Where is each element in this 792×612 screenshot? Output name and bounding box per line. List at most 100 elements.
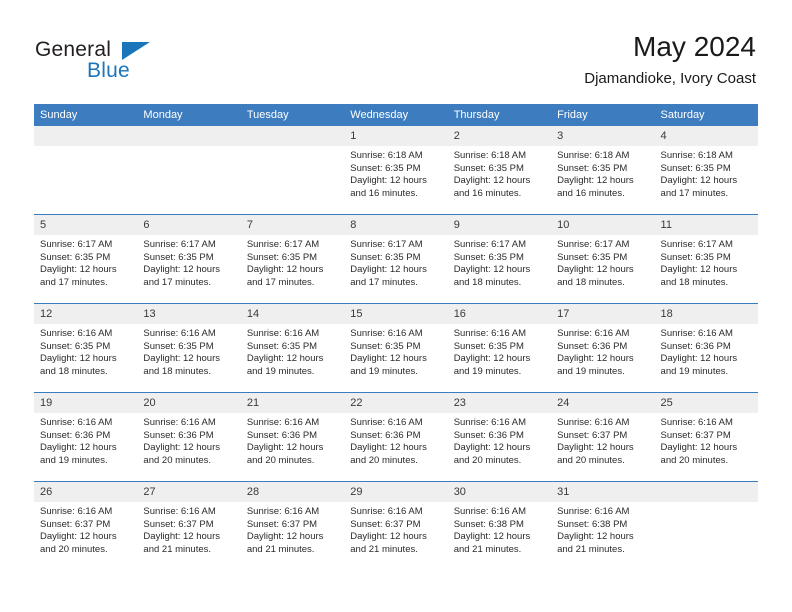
day-detail-line: Sunset: 6:37 PM [40, 518, 111, 530]
day-details: Sunrise: 6:16 AM Sunset: 6:36 PM Daylight:… [344, 413, 447, 467]
calendar-empty-cell [137, 126, 241, 215]
day-detail-line: and 21 minutes. [143, 543, 212, 555]
day-detail-line: Daylight: 12 hours [557, 264, 634, 276]
calendar-day-cell[interactable]: 26 Sunrise: 6:16 AM Sunset: 6:37 PM Dayligh… [34, 481, 138, 570]
day-detail-line: Daylight: 12 hours [143, 264, 220, 276]
calendar-day-cell[interactable]: 13 Sunrise: 6:16 AM Sunset: 6:35 PM Dayligh… [137, 303, 241, 393]
general-blue-logo[interactable]: General Blue [35, 38, 215, 86]
calendar-day-cell[interactable]: 29 Sunrise: 6:16 AM Sunset: 6:37 PM Dayligh… [344, 481, 448, 570]
day-detail-line: Sunset: 6:37 PM [143, 518, 214, 530]
calendar-header-row: Sunday Monday Tuesday Wednesday Thursday… [34, 104, 758, 126]
calendar-day-cell[interactable]: 20 Sunrise: 6:16 AM Sunset: 6:36 PM Dayligh… [137, 392, 241, 482]
day-detail-line: and 19 minutes. [453, 365, 522, 377]
calendar-day-cell[interactable]: 12 Sunrise: 6:16 AM Sunset: 6:35 PM Dayligh… [34, 303, 138, 393]
day-detail-line: Sunset: 6:35 PM [453, 251, 524, 263]
day-number: 31 [551, 482, 655, 502]
day-detail-line: Daylight: 12 hours [557, 175, 634, 187]
day-number: 26 [34, 482, 138, 502]
calendar-day-cell[interactable]: 4 Sunrise: 6:18 AM Sunset: 6:35 PM Daylight… [654, 126, 758, 215]
calendar-day-cell[interactable]: 19 Sunrise: 6:16 AM Sunset: 6:36 PM Dayligh… [34, 392, 138, 482]
calendar-day-cell[interactable]: 10 Sunrise: 6:17 AM Sunset: 6:35 PM Dayligh… [551, 214, 655, 304]
day-detail-line: and 20 minutes. [453, 454, 522, 466]
title-block: May 2024 Djamandioke, Ivory Coast [584, 30, 756, 89]
day-details: Sunrise: 6:16 AM Sunset: 6:36 PM Daylight:… [137, 413, 240, 467]
day-details: Sunrise: 6:16 AM Sunset: 6:37 PM Daylight:… [655, 413, 758, 467]
day-number [654, 482, 758, 502]
day-detail-line: Sunrise: 6:17 AM [557, 239, 630, 250]
day-detail-line: Sunset: 6:38 PM [453, 518, 524, 530]
day-detail-line: Sunrise: 6:16 AM [40, 506, 113, 517]
day-number: 6 [137, 215, 241, 235]
day-detail-line: Sunset: 6:37 PM [350, 518, 421, 530]
day-details: Sunrise: 6:18 AM Sunset: 6:35 PM Daylight:… [448, 146, 551, 200]
day-detail-line: Sunset: 6:38 PM [557, 518, 628, 530]
day-detail-line: and 19 minutes. [557, 365, 625, 377]
calendar-day-cell[interactable]: 14 Sunrise: 6:16 AM Sunset: 6:35 PM Dayligh… [240, 303, 345, 393]
calendar-day-cell[interactable]: 8 Sunrise: 6:17 AM Sunset: 6:35 PM Daylight… [344, 214, 448, 304]
day-detail-line: Daylight: 12 hours [350, 353, 427, 365]
calendar-day-cell[interactable]: 2 Sunrise: 6:18 AM Sunset: 6:35 PM Daylight… [447, 126, 552, 215]
day-detail-line: Daylight: 12 hours [246, 531, 324, 543]
day-number: 21 [240, 393, 345, 413]
day-detail-line: and 16 minutes. [350, 187, 418, 199]
calendar-week-row: 26 Sunrise: 6:16 AM Sunset: 6:37 PM Dayligh… [34, 481, 758, 570]
calendar-day-cell[interactable]: 3 Sunrise: 6:18 AM Sunset: 6:35 PM Daylight… [551, 126, 655, 215]
day-detail-line: and 16 minutes. [453, 187, 522, 199]
calendar-day-cell[interactable]: 16 Sunrise: 6:16 AM Sunset: 6:35 PM Dayligh… [447, 303, 552, 393]
day-detail-line: Daylight: 12 hours [143, 442, 220, 454]
calendar-day-cell[interactable]: 11 Sunrise: 6:17 AM Sunset: 6:35 PM Dayligh… [654, 214, 758, 304]
day-details: Sunrise: 6:16 AM Sunset: 6:36 PM Daylight:… [241, 413, 344, 467]
calendar-page: General Blue May 2024 Djamandioke, Ivory… [0, 0, 792, 612]
calendar-day-cell[interactable]: 28 Sunrise: 6:16 AM Sunset: 6:37 PM Dayligh… [240, 481, 345, 570]
day-number: 5 [34, 215, 138, 235]
calendar-body: 1 Sunrise: 6:18 AM Sunset: 6:35 PM Daylight… [34, 126, 758, 570]
day-detail-line: Sunrise: 6:16 AM [557, 417, 630, 428]
calendar-day-cell[interactable]: 18 Sunrise: 6:16 AM Sunset: 6:36 PM Dayligh… [654, 303, 758, 393]
day-detail-line: Daylight: 12 hours [453, 353, 531, 365]
day-number: 25 [654, 393, 758, 413]
calendar-day-cell[interactable]: 21 Sunrise: 6:16 AM Sunset: 6:36 PM Dayligh… [240, 392, 345, 482]
day-detail-line: Sunset: 6:35 PM [453, 340, 524, 352]
calendar-day-cell[interactable]: 6 Sunrise: 6:17 AM Sunset: 6:35 PM Daylight… [137, 214, 241, 304]
day-detail-line: and 17 minutes. [660, 187, 729, 199]
day-details: Sunrise: 6:17 AM Sunset: 6:35 PM Daylight:… [137, 235, 240, 289]
day-number: 15 [344, 304, 448, 324]
day-number: 4 [654, 126, 758, 146]
calendar-day-cell[interactable]: 31 Sunrise: 6:16 AM Sunset: 6:38 PM Dayligh… [551, 481, 655, 570]
calendar-day-cell[interactable]: 25 Sunrise: 6:16 AM Sunset: 6:37 PM Dayligh… [654, 392, 758, 482]
calendar-day-cell[interactable]: 15 Sunrise: 6:16 AM Sunset: 6:35 PM Dayligh… [344, 303, 448, 393]
day-detail-line: Sunset: 6:35 PM [40, 340, 111, 352]
calendar-day-cell[interactable]: 22 Sunrise: 6:16 AM Sunset: 6:36 PM Dayligh… [344, 392, 448, 482]
day-details: Sunrise: 6:18 AM Sunset: 6:35 PM Daylight:… [551, 146, 654, 200]
calendar-day-cell[interactable]: 27 Sunrise: 6:16 AM Sunset: 6:37 PM Dayligh… [137, 481, 241, 570]
day-number [137, 126, 241, 146]
day-detail-line: Sunset: 6:35 PM [557, 162, 628, 174]
day-detail-line: Daylight: 12 hours [40, 353, 117, 365]
day-detail-line: Sunset: 6:36 PM [40, 429, 111, 441]
day-detail-line: Sunrise: 6:16 AM [246, 506, 320, 517]
calendar-day-cell[interactable]: 9 Sunrise: 6:17 AM Sunset: 6:35 PM Daylight… [447, 214, 552, 304]
calendar-day-cell[interactable]: 7 Sunrise: 6:17 AM Sunset: 6:35 PM Daylight… [240, 214, 345, 304]
day-detail-line: Sunrise: 6:18 AM [453, 150, 527, 161]
day-number: 16 [447, 304, 552, 324]
calendar-day-cell[interactable]: 23 Sunrise: 6:16 AM Sunset: 6:36 PM Dayligh… [447, 392, 552, 482]
day-number: 24 [551, 393, 655, 413]
day-number: 2 [447, 126, 552, 146]
day-number: 9 [447, 215, 552, 235]
day-detail-line: and 19 minutes. [40, 454, 108, 466]
day-detail-line: Sunrise: 6:16 AM [453, 417, 527, 428]
day-detail-line: Sunset: 6:35 PM [246, 251, 318, 263]
day-detail-line: and 20 minutes. [660, 454, 729, 466]
calendar-day-cell[interactable]: 1 Sunrise: 6:18 AM Sunset: 6:35 PM Daylight… [344, 126, 448, 215]
calendar-day-cell[interactable]: 17 Sunrise: 6:16 AM Sunset: 6:36 PM Dayligh… [551, 303, 655, 393]
calendar-empty-cell [654, 481, 758, 570]
day-detail-line: Sunrise: 6:16 AM [660, 417, 733, 428]
day-detail-line: Sunrise: 6:17 AM [143, 239, 216, 250]
day-details: Sunrise: 6:16 AM Sunset: 6:37 PM Daylight:… [344, 502, 447, 556]
calendar-day-cell[interactable]: 5 Sunrise: 6:17 AM Sunset: 6:35 PM Daylight… [34, 214, 138, 304]
calendar-day-cell[interactable]: 24 Sunrise: 6:16 AM Sunset: 6:37 PM Dayligh… [551, 392, 655, 482]
calendar-day-cell[interactable]: 30 Sunrise: 6:16 AM Sunset: 6:38 PM Dayligh… [447, 481, 552, 570]
calendar-week-row: 12 Sunrise: 6:16 AM Sunset: 6:35 PM Dayligh… [34, 303, 758, 393]
day-details: Sunrise: 6:16 AM Sunset: 6:38 PM Daylight:… [551, 502, 654, 556]
day-detail-line: Daylight: 12 hours [453, 175, 531, 187]
